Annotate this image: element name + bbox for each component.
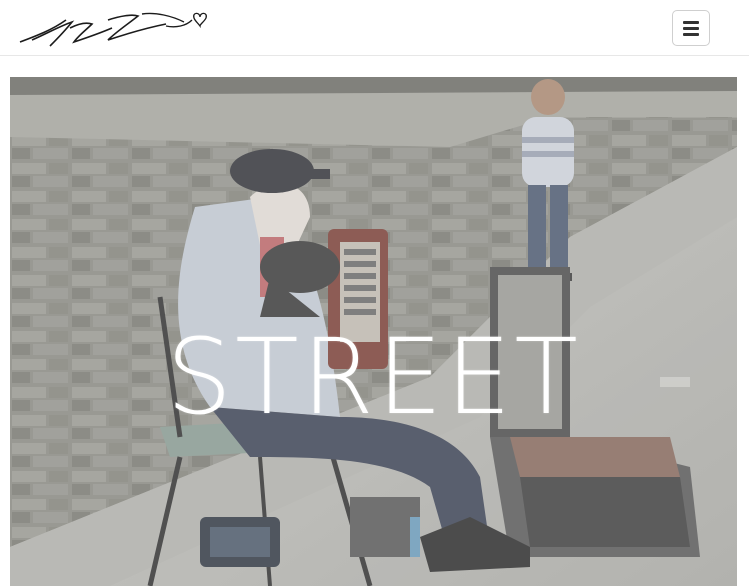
hamburger-icon (683, 21, 699, 24)
menu-toggle-button[interactable] (672, 10, 710, 46)
hero-banner[interactable]: STREET (10, 77, 737, 586)
hero-title: STREET (166, 316, 581, 438)
page-edge (737, 77, 749, 586)
navbar (0, 0, 749, 56)
signature-logo[interactable] (16, 6, 208, 50)
